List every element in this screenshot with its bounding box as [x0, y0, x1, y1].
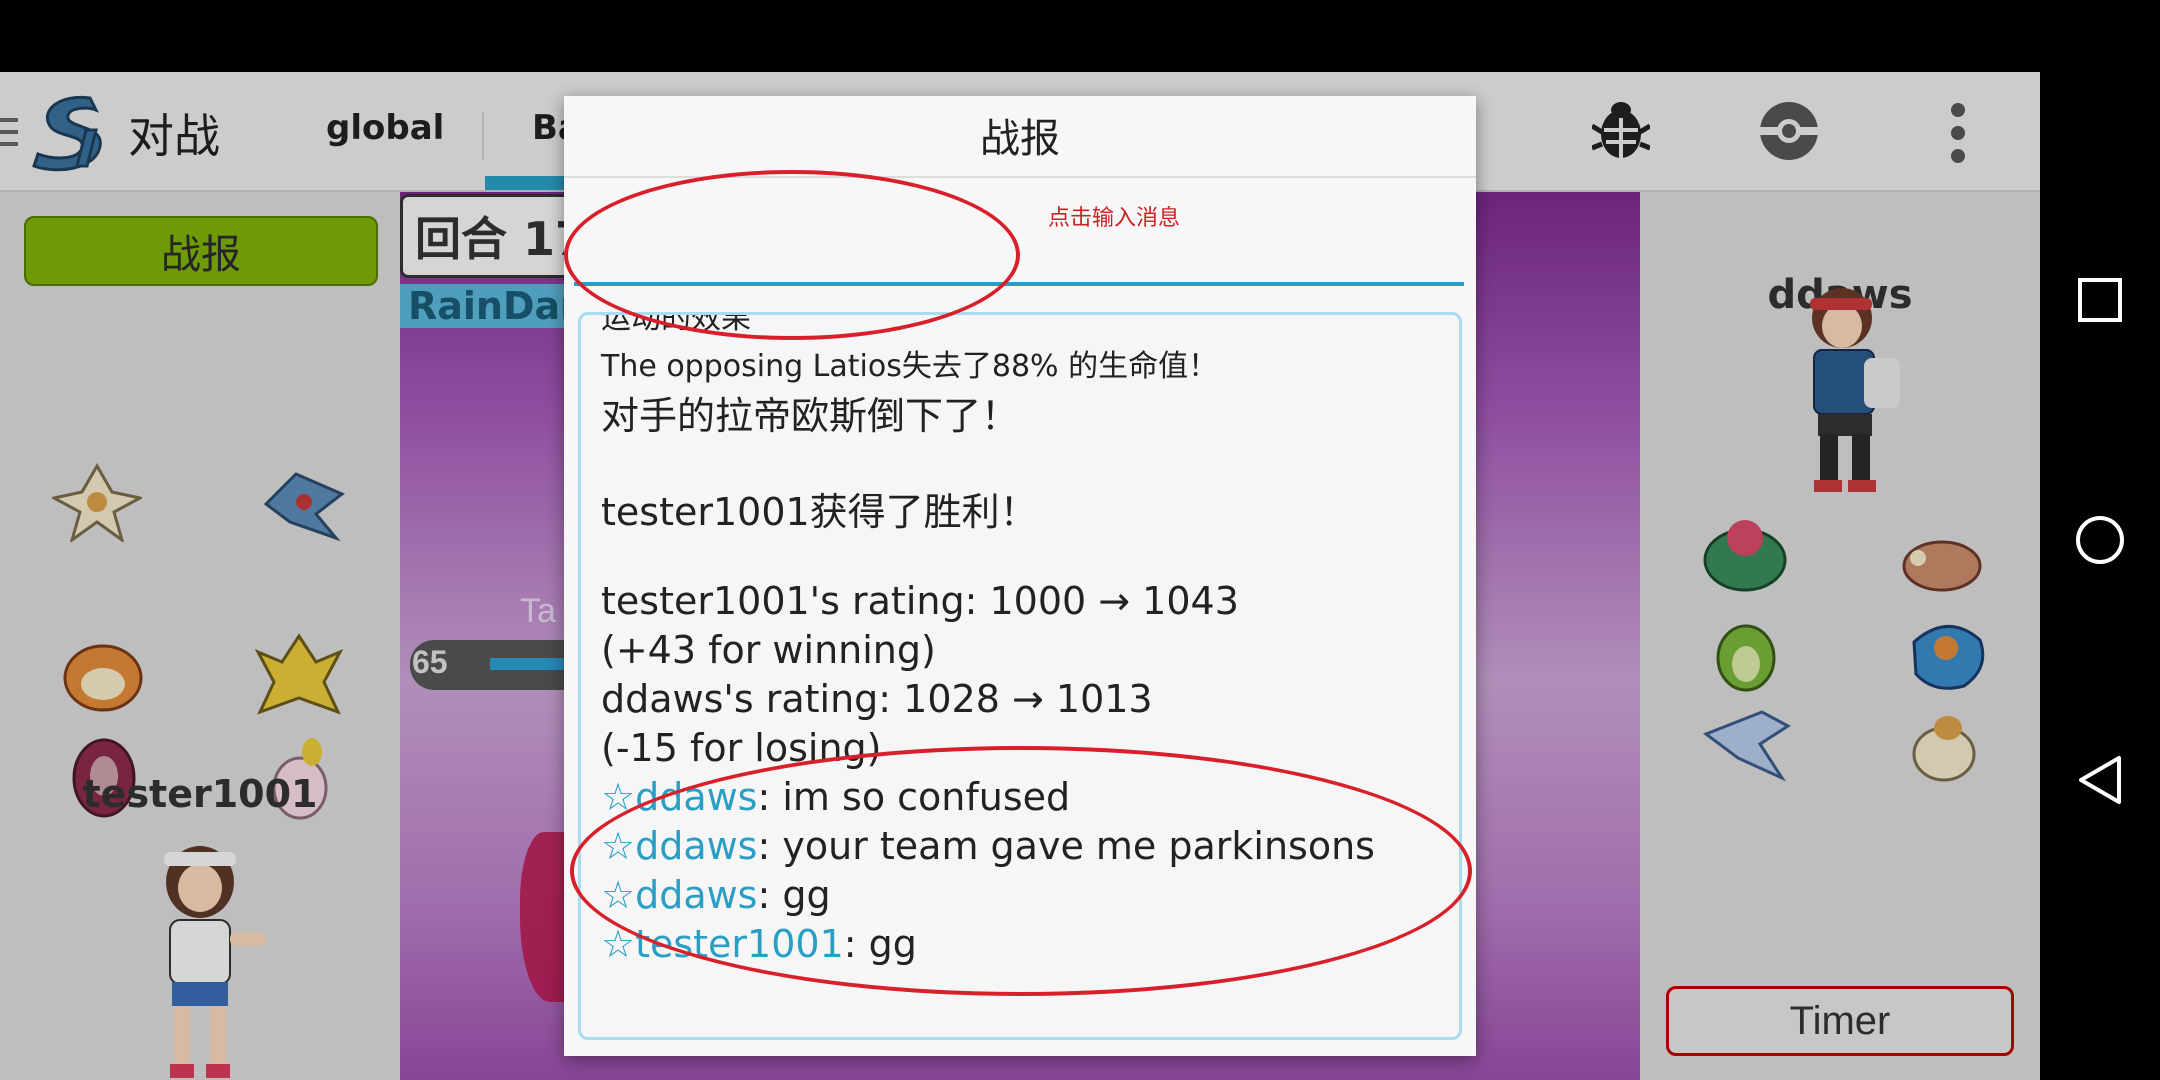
status-bar	[0, 0, 2040, 72]
log-line: ddaws's rating: 1028 → 1013	[601, 677, 1153, 721]
recent-apps-icon[interactable]	[2040, 260, 2160, 340]
annotation-ring-chat	[570, 746, 1472, 996]
log-line: tester1001's rating: 1000 → 1043	[601, 579, 1239, 623]
log-line: 对手的拉帝欧斯倒下了！	[601, 394, 1020, 438]
log-line: The opposing Latios失去了88% 的生命值！	[601, 349, 1219, 384]
log-line: tester1001获得了胜利！	[601, 490, 1038, 534]
dialog-title: 战报	[980, 116, 1060, 162]
annotation-ring-input	[564, 170, 1020, 340]
input-hint-label: 点击输入消息	[1048, 206, 1181, 231]
log-line: (+43 for winning)	[601, 628, 936, 672]
home-icon[interactable]	[2040, 500, 2160, 580]
back-icon[interactable]	[2040, 740, 2160, 820]
